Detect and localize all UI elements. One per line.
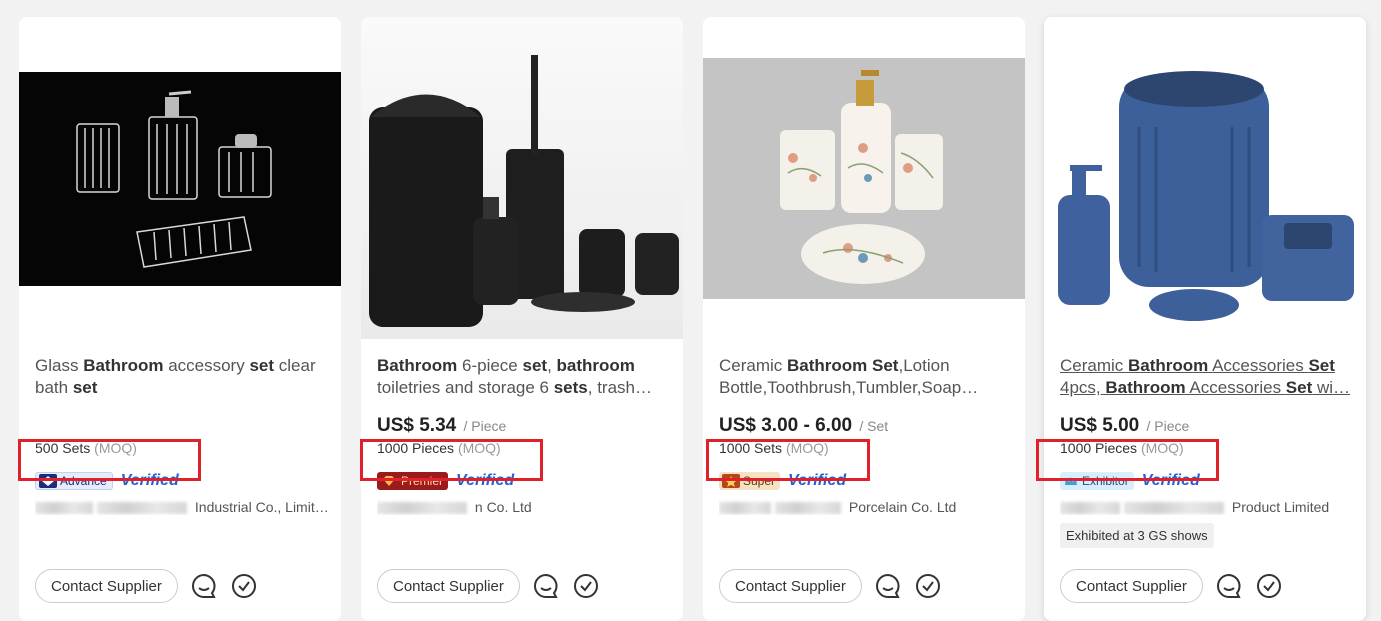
product-card[interactable]: Glass Bathroom accessory set clear bath … (19, 17, 341, 621)
card-actions: Contact Supplier (35, 569, 258, 603)
product-title[interactable]: Ceramic Bathroom Accessories Set 4pcs, B… (1060, 355, 1352, 399)
highlight-box (360, 439, 543, 481)
title-keyword: Bathroom (1128, 356, 1209, 375)
supplier-name[interactable]: Product Limited (1060, 499, 1352, 515)
price-unit: / Piece (463, 418, 507, 434)
supplier-name-text: n Co. Ltd (474, 499, 532, 515)
product-image[interactable] (1044, 17, 1366, 339)
title-text: Ceramic (1060, 356, 1129, 375)
product-image[interactable] (361, 17, 683, 339)
title-keyword: Bathroom (83, 356, 164, 375)
supplier-name[interactable]: n Co. Ltd (377, 499, 669, 515)
supplier-name-text: Industrial Co., Limit… (194, 499, 327, 515)
checkmark-icon[interactable] (572, 572, 600, 600)
price-value: US$ 5.34 (377, 415, 457, 436)
highlight-box (1036, 439, 1219, 481)
title-text: , trash… (587, 378, 652, 397)
price-value: US$ 3.00 - 6.00 (719, 415, 853, 436)
card-actions: Contact Supplier (719, 569, 942, 603)
title-text: Ceramic (719, 356, 788, 375)
contact-supplier-button[interactable]: Contact Supplier (377, 569, 520, 603)
product-image[interactable] (703, 58, 1025, 299)
title-keyword: Set (1285, 378, 1313, 397)
chat-icon[interactable] (874, 572, 902, 600)
title-text: , (547, 356, 557, 375)
contact-supplier-button[interactable]: Contact Supplier (719, 569, 862, 603)
product-image[interactable] (19, 72, 341, 286)
redacted-text (97, 502, 187, 515)
highlight-box (18, 439, 201, 481)
card-actions: Contact Supplier (377, 569, 600, 603)
redacted-text (719, 502, 771, 515)
title-text: 6-piece (457, 356, 523, 375)
price: US$ 5.00 / Piece (1060, 415, 1189, 437)
contact-supplier-button[interactable]: Contact Supplier (1060, 569, 1203, 603)
title-keyword: set (249, 356, 275, 375)
title-text: 4pcs, (1060, 378, 1106, 397)
chat-icon[interactable] (532, 572, 560, 600)
redacted-text (775, 502, 841, 515)
title-keyword: sets (553, 378, 588, 397)
product-card[interactable]: Ceramic Bathroom Set,Lotion Bottle,Tooth… (703, 17, 1025, 621)
title-keyword: bathroom (556, 356, 635, 375)
checkmark-icon[interactable] (914, 572, 942, 600)
chat-icon[interactable] (190, 572, 218, 600)
product-card[interactable]: Ceramic Bathroom Accessories Set 4pcs, B… (1044, 17, 1366, 621)
title-text: wi… (1312, 378, 1351, 397)
product-title[interactable]: Bathroom 6-piece set, bathroom toiletrie… (377, 355, 669, 399)
supplier-name-text: Product Limited (1231, 499, 1330, 515)
exhibited-tag: Exhibited at 3 GS shows (1060, 523, 1214, 548)
price: US$ 5.34 / Piece (377, 415, 506, 437)
title-keyword: Bathroom (1105, 378, 1186, 397)
product-grid: Glass Bathroom accessory set clear bath … (0, 0, 1381, 621)
title-text: Accessories (1208, 356, 1309, 375)
price: US$ 3.00 - 6.00 / Set (719, 415, 888, 437)
product-title[interactable]: Ceramic Bathroom Set,Lotion Bottle,Tooth… (719, 355, 1011, 399)
checkmark-icon[interactable] (1255, 572, 1283, 600)
contact-supplier-button[interactable]: Contact Supplier (35, 569, 178, 603)
highlight-box (706, 439, 870, 481)
title-text: Glass (35, 356, 84, 375)
redacted-text (1060, 502, 1120, 515)
price-unit: / Set (859, 418, 889, 434)
checkmark-icon[interactable] (230, 572, 258, 600)
title-text: accessory (163, 356, 250, 375)
card-actions: Contact Supplier (1060, 569, 1283, 603)
title-keyword: Bathroom Set (787, 356, 899, 375)
price-unit: / Piece (1146, 418, 1190, 434)
title-keyword: set (72, 378, 98, 397)
title-text: toiletries and storage 6 (377, 378, 554, 397)
title-text: Accessories (1185, 378, 1286, 397)
title-keyword: Bathroom (377, 356, 458, 375)
product-card[interactable]: Bathroom 6-piece set, bathroom toiletrie… (361, 17, 683, 621)
title-keyword: set (522, 356, 548, 375)
supplier-name-text: Porcelain Co. Ltd (848, 499, 957, 515)
product-title[interactable]: Glass Bathroom accessory set clear bath … (35, 355, 327, 399)
title-keyword: Set (1308, 356, 1335, 375)
chat-icon[interactable] (1215, 572, 1243, 600)
redacted-text (377, 502, 467, 515)
redacted-text (35, 502, 93, 515)
supplier-name[interactable]: Porcelain Co. Ltd (719, 499, 1011, 515)
supplier-name[interactable]: Industrial Co., Limit… (35, 499, 327, 515)
price-value: US$ 5.00 (1060, 415, 1140, 436)
redacted-text (1124, 502, 1224, 515)
